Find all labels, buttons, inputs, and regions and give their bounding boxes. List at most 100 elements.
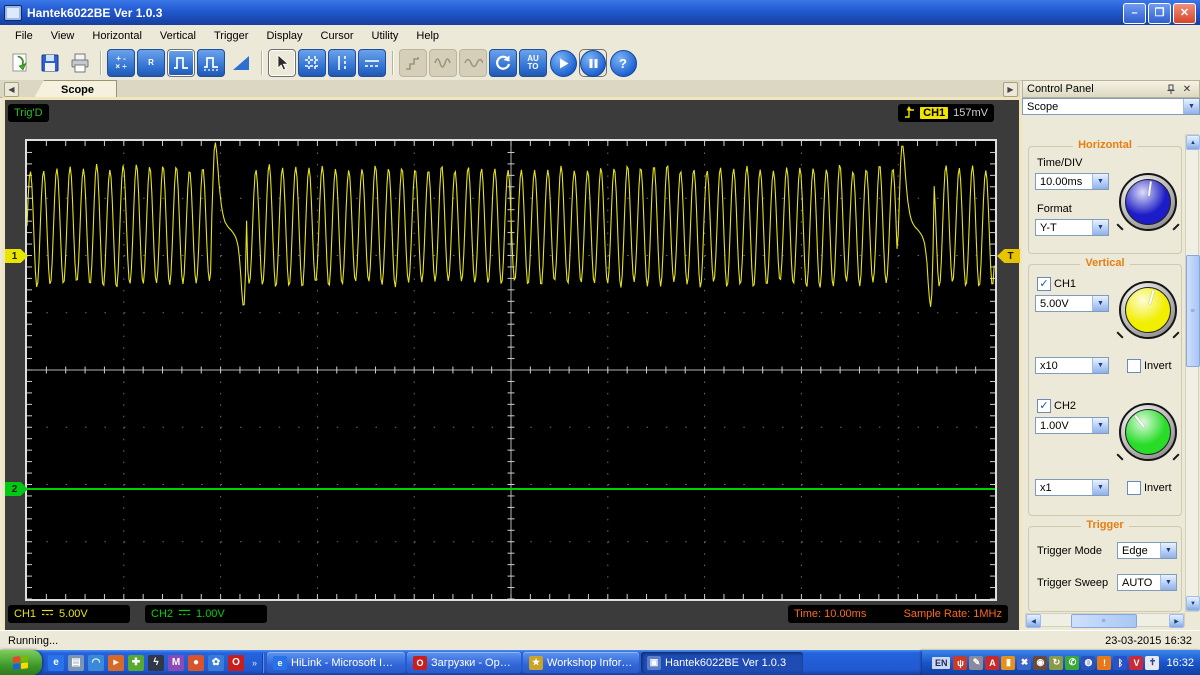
ch1-volts-dropdown[interactable]: 5.00V ▼ (1035, 295, 1109, 312)
open-button[interactable] (6, 49, 34, 77)
shield-blue-icon[interactable]: ◍ (1081, 655, 1096, 670)
format-dropdown[interactable]: Y-T ▼ (1035, 219, 1109, 236)
timediv-dropdown[interactable]: 10.00ms ▼ (1035, 173, 1109, 190)
chevron-down-icon[interactable]: ▼ (1160, 543, 1176, 558)
opera-icon: O (413, 655, 428, 670)
chevron-down-icon[interactable]: ▼ (1183, 99, 1199, 114)
ch2-position-knob[interactable] (1119, 403, 1177, 461)
ch1-probe-dropdown[interactable]: x10 ▼ (1035, 357, 1109, 374)
messenger-icon[interactable]: ✿ (208, 654, 224, 671)
save-button[interactable] (36, 49, 64, 77)
ch2-enable-checkbox[interactable]: ✓ (1037, 399, 1051, 413)
scroll-down-icon[interactable]: ▼ (1186, 596, 1200, 611)
tab-scroll-left-icon[interactable]: ◀ (4, 82, 19, 97)
warning-a-icon[interactable]: A (985, 655, 1000, 670)
ramp-button[interactable] (227, 49, 255, 77)
display-x-icon[interactable]: ✖ (1017, 655, 1032, 670)
mail-icon[interactable]: M (168, 654, 184, 671)
media-player-icon[interactable]: ▸ (108, 654, 124, 671)
task-workshop[interactable]: ★Workshop Information... (523, 652, 640, 673)
menu-display[interactable]: Display (257, 28, 311, 44)
phone-icon[interactable]: ✆ (1065, 655, 1080, 670)
horizontal-scroll-thumb[interactable]: ≡ (1071, 614, 1137, 628)
chevron-down-icon[interactable]: ▼ (1092, 418, 1108, 433)
chevron-down-icon[interactable]: ▼ (1092, 174, 1108, 189)
camera-icon[interactable]: ◉ (1033, 655, 1048, 670)
minimize-button[interactable]: – (1123, 3, 1146, 24)
math-button[interactable]: + - × ÷ (107, 49, 135, 77)
pin-icon[interactable] (1163, 82, 1179, 97)
bluetooth-icon[interactable]: ᛒ (1113, 655, 1128, 670)
horizontal-cursors-button[interactable] (358, 49, 386, 77)
alert-icon[interactable]: ! (1097, 655, 1112, 670)
square-wave-button[interactable] (167, 49, 195, 77)
chevron-down-icon[interactable]: ▼ (1092, 358, 1108, 373)
menu-cursor[interactable]: Cursor (312, 28, 363, 44)
scroll-up-icon[interactable]: ▲ (1186, 135, 1200, 150)
close-button[interactable]: ✕ (1173, 3, 1196, 24)
explorer-icon[interactable]: ◠ (88, 654, 104, 671)
menu-view[interactable]: View (42, 28, 84, 44)
chevron-down-icon[interactable]: ▼ (1092, 480, 1108, 495)
menu-horizontal[interactable]: Horizontal (83, 28, 151, 44)
control-panel-close-icon[interactable]: ✕ (1179, 82, 1195, 97)
menu-trigger[interactable]: Trigger (205, 28, 257, 44)
shield-icon[interactable]: ✚ (128, 654, 144, 671)
task-monitor[interactable]: ▣ Hantek6022BE Ver 1.0.3 (641, 652, 804, 673)
horizontal-knob[interactable] (1119, 173, 1177, 231)
print-button[interactable] (66, 49, 94, 77)
opera-icon[interactable]: O (228, 654, 244, 671)
scroll-left-icon[interactable]: ◀ (1026, 614, 1041, 628)
vertical-scroll-thumb[interactable]: ≡ (1186, 255, 1200, 367)
cursor-button[interactable] (268, 49, 296, 77)
cross-icon[interactable]: ✝ (1145, 655, 1160, 670)
chevron-down-icon[interactable]: ▼ (1092, 296, 1108, 311)
start-button[interactable] (549, 49, 577, 77)
start-button[interactable] (0, 650, 42, 675)
tab-scope[interactable]: Scope (34, 80, 118, 98)
pause-button[interactable] (579, 49, 607, 77)
help-button[interactable]: ? (609, 49, 637, 77)
chevron-down-icon[interactable]: ▼ (1092, 220, 1108, 235)
task-ie[interactable]: e HiLink - Microsoft Inter... (267, 652, 406, 673)
ch2-probe-dropdown[interactable]: x1 ▼ (1035, 479, 1109, 496)
grid-button[interactable] (298, 49, 326, 77)
scroll-right-icon[interactable]: ▶ (1169, 614, 1184, 628)
language-indicator[interactable]: EN (931, 656, 951, 669)
horizontal-scrollbar[interactable]: ◀ ≡ ▶ (1025, 613, 1185, 628)
ch2-invert-checkbox[interactable] (1127, 481, 1141, 495)
control-panel: Control Panel ✕ Scope ▼ Horizontal Time/D… (1022, 80, 1200, 630)
restore-button[interactable]: ❐ (1148, 3, 1171, 24)
vertical-cursors-button[interactable] (328, 49, 356, 77)
menu-vertical[interactable]: Vertical (151, 28, 205, 44)
panel-selector-dropdown[interactable]: Scope ▼ (1022, 98, 1200, 115)
menu-file[interactable]: File (6, 28, 42, 44)
trigger-mode-dropdown[interactable]: Edge ▼ (1117, 542, 1177, 559)
ch1-position-knob[interactable] (1119, 281, 1177, 339)
antenna-icon[interactable]: ψ (953, 655, 968, 670)
lightning-icon[interactable]: ϟ (148, 654, 164, 671)
square-wave-dotted-button[interactable] (197, 49, 225, 77)
tab-scroll-right-icon[interactable]: ▶ (1003, 82, 1018, 97)
battery-icon[interactable]: ▮ (1001, 655, 1016, 670)
ch1-enable-checkbox[interactable]: ✓ (1037, 277, 1051, 291)
notepad-icon[interactable]: ▤ (68, 654, 84, 671)
firefox-icon[interactable]: ● (188, 654, 204, 671)
quick-launch-overflow-icon[interactable]: » (250, 658, 259, 668)
refresh-button[interactable] (489, 49, 517, 77)
chevron-down-icon[interactable]: ▼ (1160, 575, 1176, 590)
ch2-volts-dropdown[interactable]: 1.00V ▼ (1035, 417, 1109, 434)
antivirus-icon[interactable]: V (1129, 655, 1144, 670)
ie-icon[interactable]: e (48, 654, 64, 671)
reference-button[interactable]: R (137, 49, 165, 77)
task-opera[interactable]: O Загрузки - Opera (407, 652, 522, 673)
menu-utility[interactable]: Utility (363, 28, 408, 44)
vertical-scrollbar[interactable]: ▲ ≡ ▼ (1185, 134, 1200, 612)
ch1-invert-checkbox[interactable] (1127, 359, 1141, 373)
sync-icon[interactable]: ↻ (1049, 655, 1064, 670)
trigger-sweep-dropdown[interactable]: AUTO ▼ (1117, 574, 1177, 591)
autoset-button[interactable]: AU TO (519, 49, 547, 77)
menu-help[interactable]: Help (407, 28, 448, 44)
stylus-icon[interactable]: ✎ (969, 655, 984, 670)
horizontal-cursors-icon (362, 53, 382, 73)
